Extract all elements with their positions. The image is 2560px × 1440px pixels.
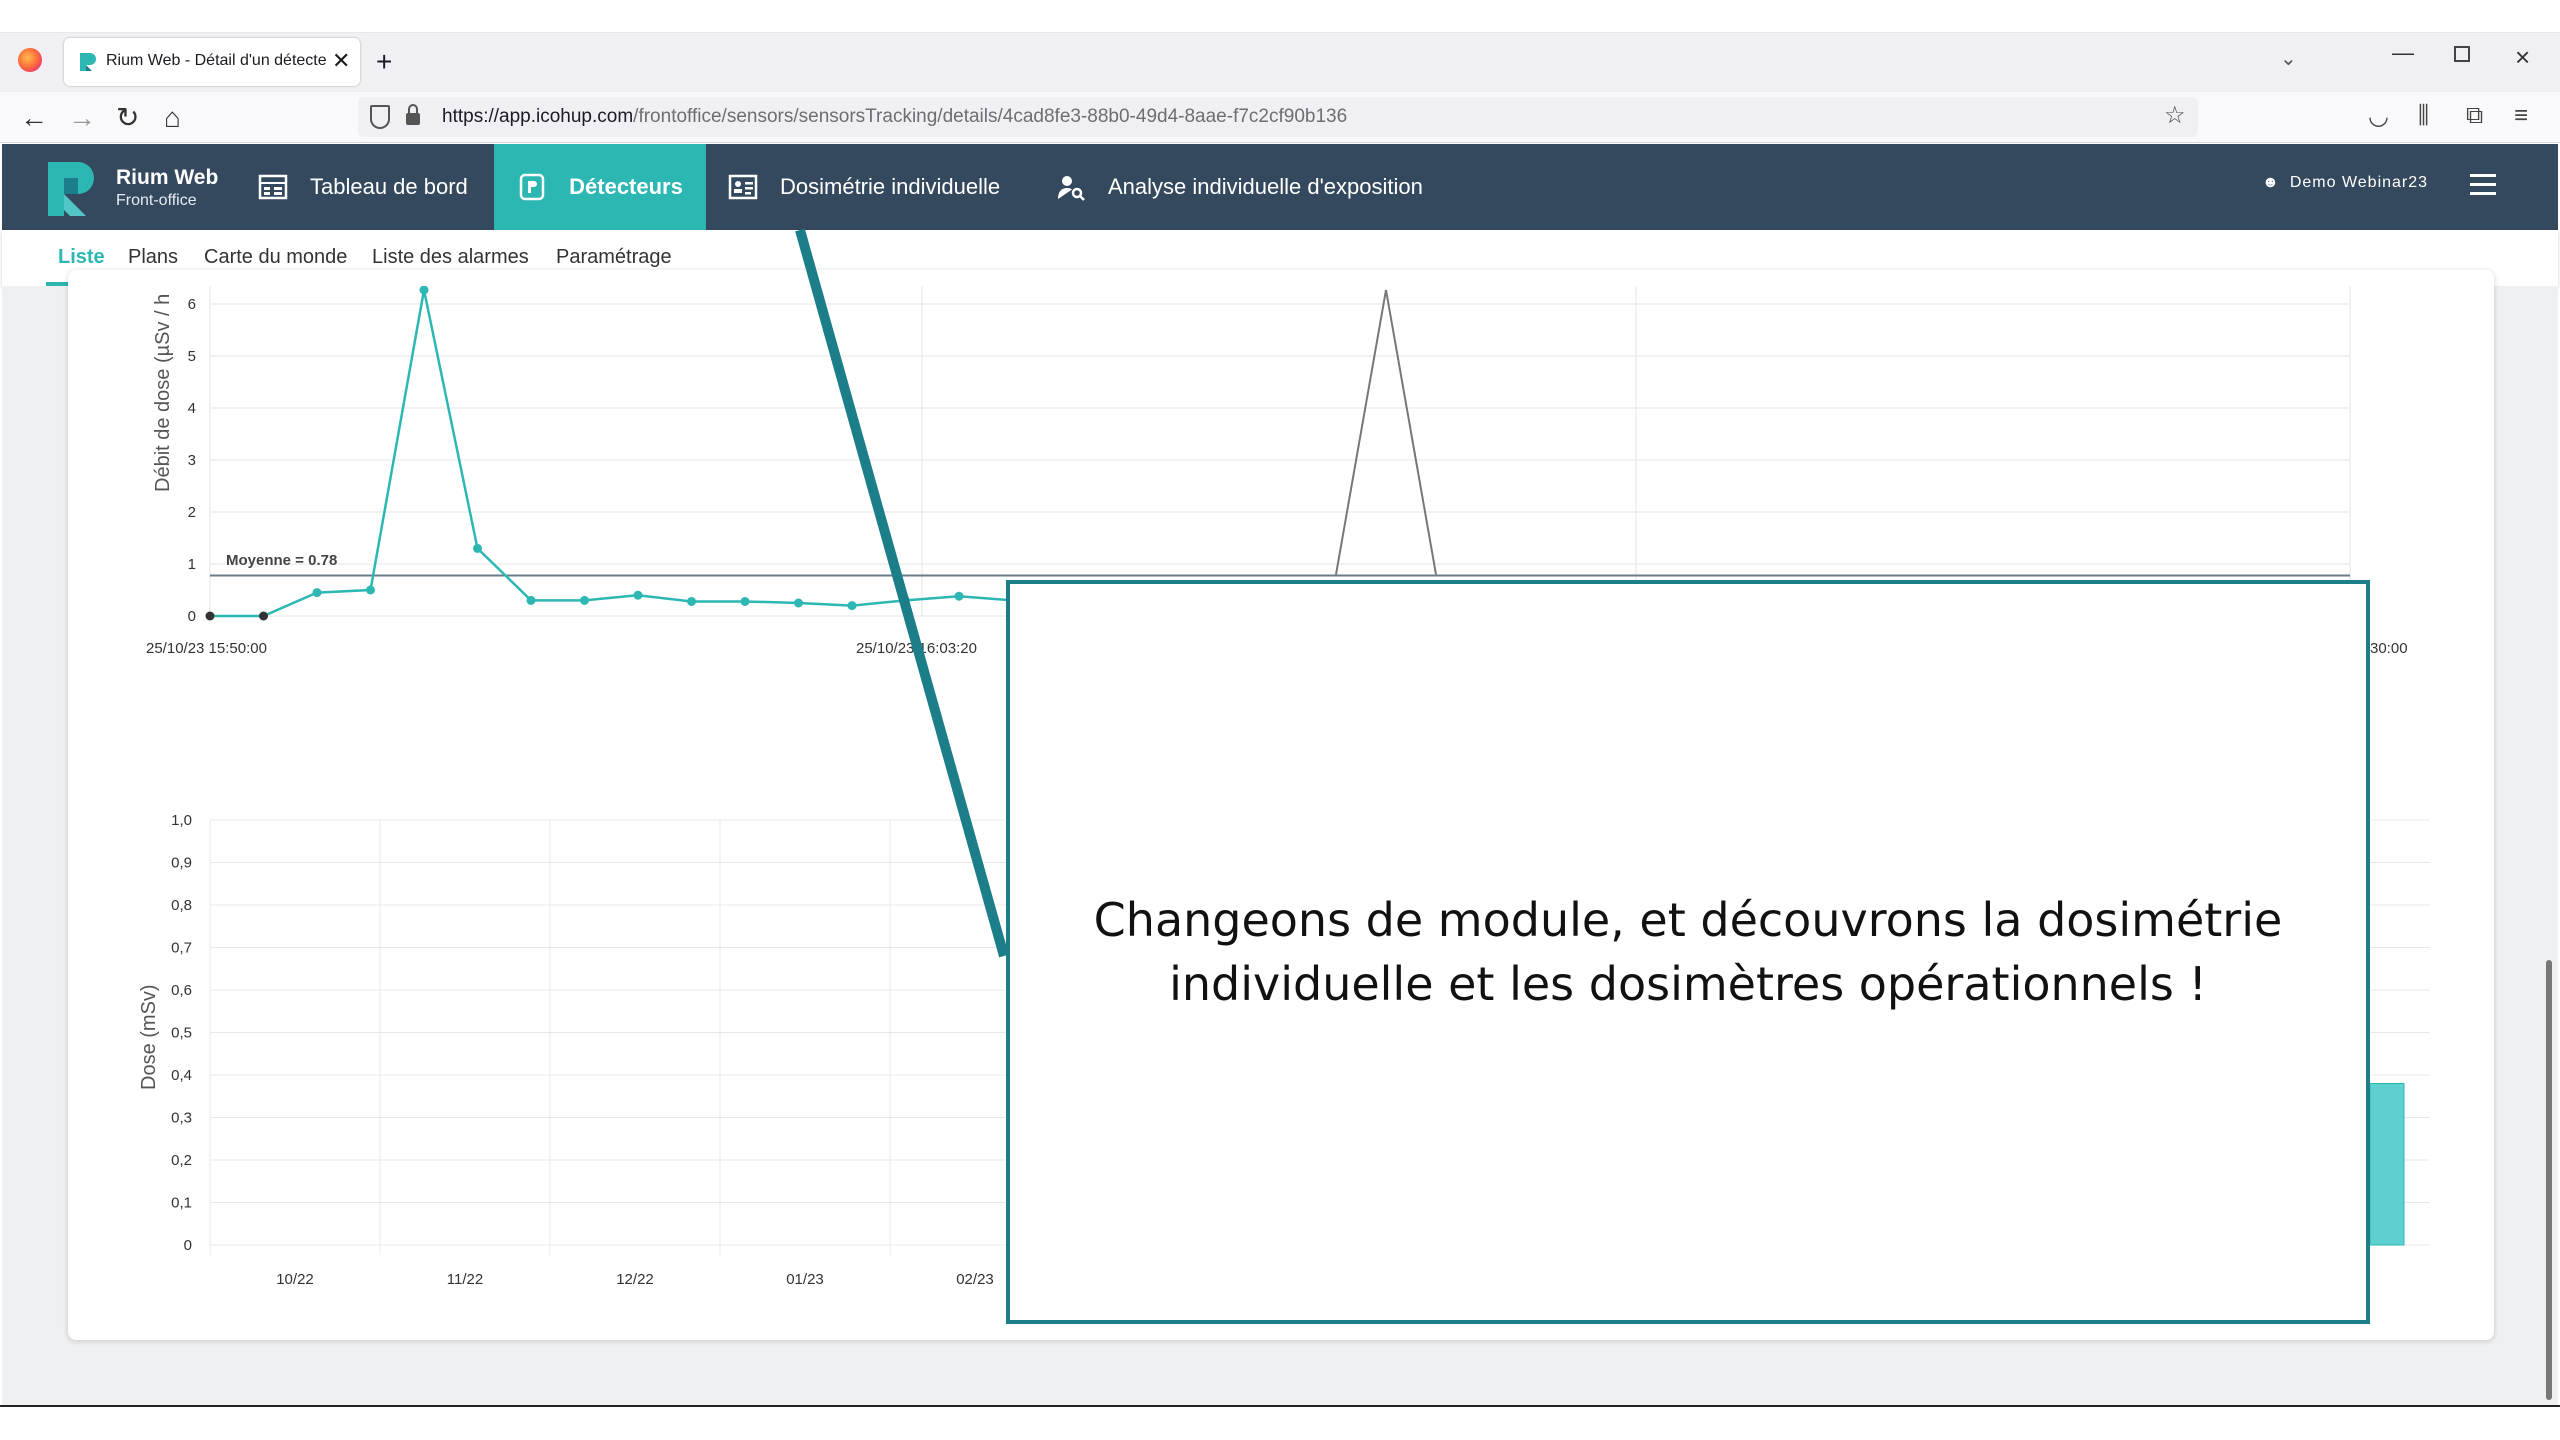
callout-text: Changeons de module, et découvrons la do… bbox=[1068, 888, 2308, 1016]
callout-line-1: Changeons de module, et découvrons la do… bbox=[1093, 893, 2283, 947]
callout-pointer-line bbox=[795, 228, 1009, 958]
callout-line-2: individuelle et les dosimètres opération… bbox=[1169, 957, 2207, 1011]
tutorial-callout: Changeons de module, et découvrons la do… bbox=[1006, 580, 2370, 1324]
